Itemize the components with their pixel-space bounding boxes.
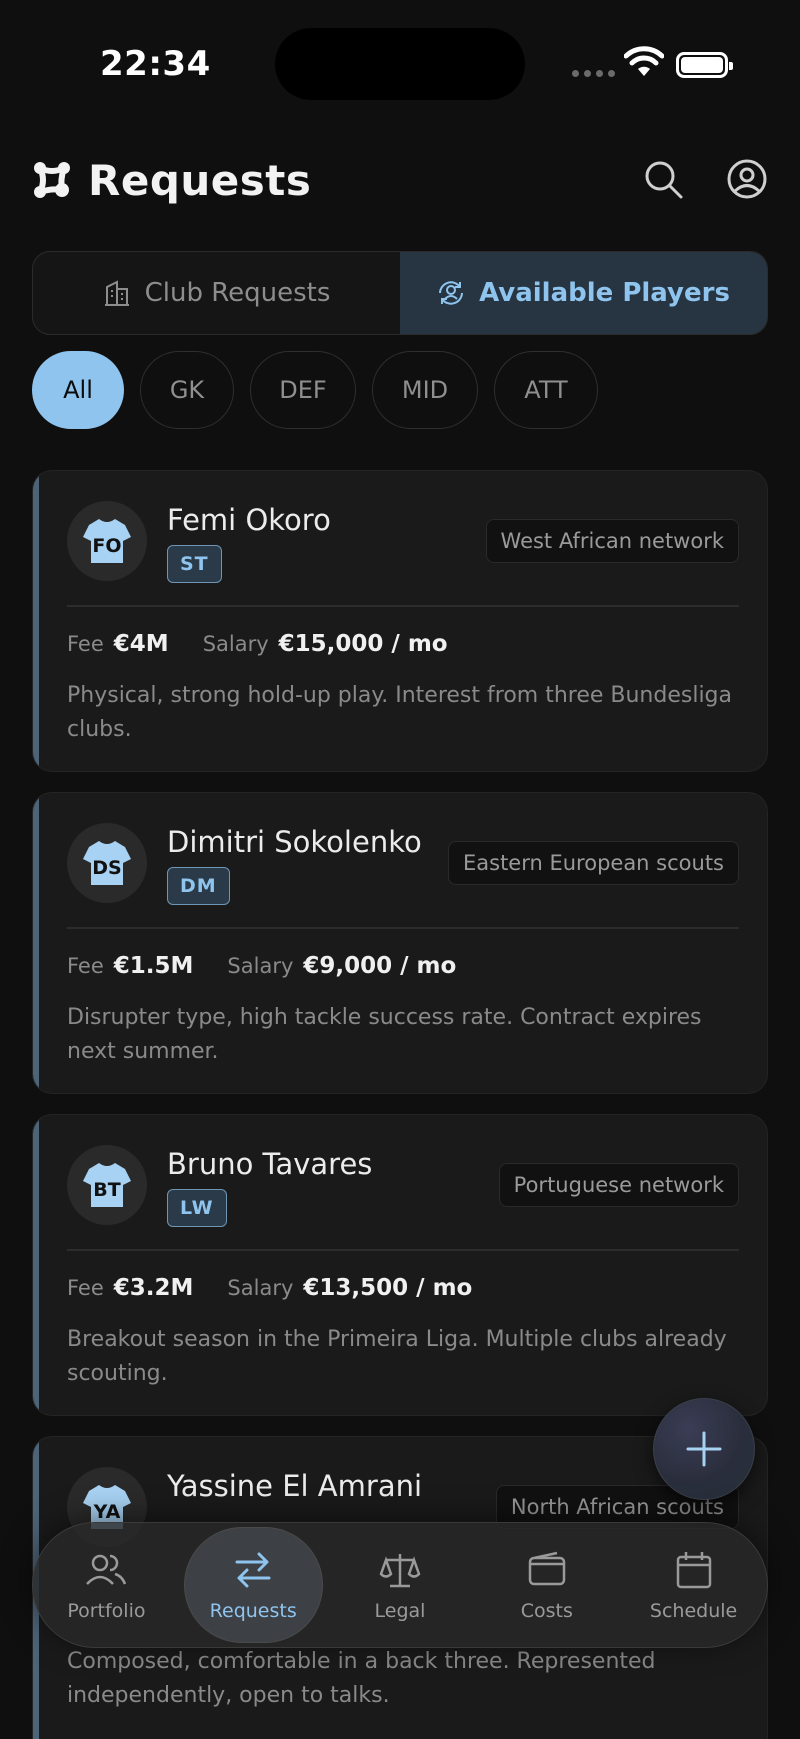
player-stats: Fee €4M Salary €15,000 / mo: [67, 631, 482, 657]
profile-icon[interactable]: [726, 158, 768, 200]
fee-label: Fee: [67, 632, 104, 656]
player-card[interactable]: DS Dimitri Sokolenko DM Eastern European…: [32, 792, 768, 1094]
card-divider: [67, 605, 739, 607]
player-stats: Fee €3.2M Salary €13,500 / mo: [67, 1275, 506, 1301]
tab-label: Club Requests: [144, 278, 331, 308]
app-logo-icon: [34, 162, 70, 198]
player-name: Bruno Tavares: [167, 1147, 373, 1181]
dynamic-island: [275, 28, 525, 100]
building-icon: [104, 280, 129, 306]
player-initials: BT: [93, 1179, 121, 1201]
salary-label: Salary: [202, 632, 269, 656]
add-button[interactable]: [653, 1398, 755, 1500]
source-tag: West African network: [485, 519, 739, 563]
nav-label: Requests: [209, 1600, 297, 1622]
fee-value: €3.2M: [113, 1275, 194, 1301]
player-card[interactable]: FO Femi Okoro ST West African network Fe…: [32, 470, 768, 772]
source-tag: Portuguese network: [498, 1163, 739, 1207]
user-refresh-icon: [439, 281, 464, 305]
player-note: Disrupter type, high tackle success rate…: [67, 1005, 702, 1064]
plus-icon: [686, 1431, 722, 1467]
status-time: 22:34: [100, 44, 211, 84]
salary-value: €9,000 / mo: [303, 953, 457, 979]
calendar-icon: [676, 1552, 711, 1589]
fee-value: €1.5M: [113, 953, 194, 979]
scales-icon: [379, 1554, 421, 1588]
tab-label: Available Players: [479, 278, 730, 308]
player-card[interactable]: BT Bruno Tavares LW Portuguese network F…: [32, 1114, 768, 1416]
users-icon: [86, 1554, 127, 1585]
player-note: Breakout season in the Primeira Liga. Mu…: [67, 1327, 727, 1386]
nav-label: Costs: [520, 1600, 573, 1622]
position-badge: LW: [167, 1189, 227, 1227]
salary-label: Salary: [227, 1276, 294, 1300]
nav-item-legal[interactable]: Legal: [327, 1523, 474, 1647]
player-name: Femi Okoro: [167, 503, 331, 537]
bottom-tab-bar: Portfolio Requests Legal Costs Schedule: [32, 1522, 768, 1648]
salary-label: Salary: [227, 954, 294, 978]
fee-label: Fee: [67, 954, 104, 978]
card-divider: [67, 1249, 739, 1251]
player-note: Composed, comfortable in a back three. R…: [67, 1649, 656, 1708]
player-note: Physical, strong hold-up play. Interest …: [67, 683, 733, 742]
position-filter: All GK DEF MID ATT: [32, 351, 598, 429]
filter-chip-def[interactable]: DEF: [250, 351, 356, 429]
player-name: Yassine El Amrani: [167, 1469, 423, 1503]
salary-value: €13,500 / mo: [303, 1275, 473, 1301]
nav-item-portfolio[interactable]: Portfolio: [33, 1523, 180, 1647]
source-tag: Eastern European scouts: [447, 841, 739, 885]
request-type-segment: Club Requests Available Players: [32, 251, 768, 335]
tab-available-players[interactable]: Available Players: [400, 252, 767, 334]
fee-value: €4M: [113, 631, 169, 657]
tab-club-requests[interactable]: Club Requests: [33, 252, 400, 334]
position-badge: DM: [167, 867, 230, 905]
card-divider: [67, 927, 739, 929]
nav-label: Portfolio: [67, 1600, 146, 1622]
arrows-swap-icon: [235, 1552, 271, 1588]
battery-icon: [676, 52, 733, 78]
salary-value: €15,000 / mo: [278, 631, 448, 657]
search-icon[interactable]: [642, 158, 684, 200]
status-bar: 22:34: [0, 0, 800, 120]
player-initials: DS: [92, 857, 122, 879]
cellular-signal-icon: [572, 70, 615, 77]
filter-chip-att[interactable]: ATT: [494, 351, 598, 429]
position-badge: ST: [167, 545, 222, 583]
nav-label: Legal: [374, 1600, 426, 1622]
nav-item-requests[interactable]: Requests: [180, 1523, 327, 1647]
player-stats: Fee €1.5M Salary €9,000 / mo: [67, 953, 490, 979]
page-title: Requests: [88, 155, 312, 205]
fee-label: Fee: [67, 1276, 104, 1300]
wallet-icon: [528, 1551, 566, 1586]
filter-chip-gk[interactable]: GK: [140, 351, 234, 429]
wifi-icon: [624, 46, 664, 76]
filter-chip-all[interactable]: All: [32, 351, 124, 429]
nav-item-costs[interactable]: Costs: [473, 1523, 620, 1647]
player-initials: FO: [92, 535, 122, 557]
filter-chip-mid[interactable]: MID: [372, 351, 478, 429]
page-header: Requests: [32, 150, 768, 210]
player-name: Dimitri Sokolenko: [167, 825, 422, 859]
nav-label: Schedule: [649, 1600, 738, 1622]
nav-item-schedule[interactable]: Schedule: [620, 1523, 767, 1647]
